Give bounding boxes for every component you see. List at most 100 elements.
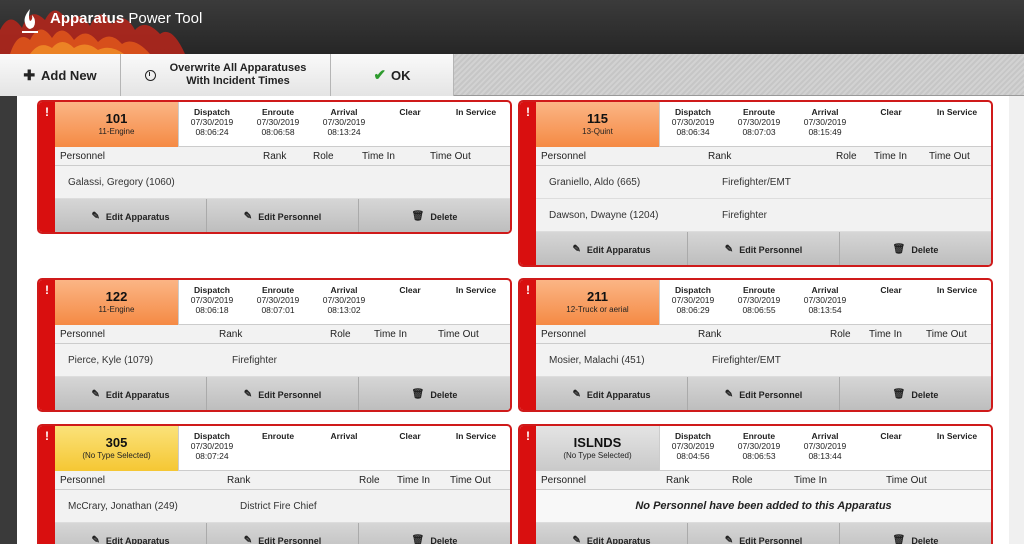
apparatus-unit[interactable]: 101 11-Engine [55,102,179,147]
personnel-header: Personnel Rank Role Time In Time Out [55,471,510,490]
pencil-icon: ✎ [724,244,734,255]
pencil-icon: ✎ [91,211,100,222]
alert-icon: ! [520,426,536,544]
enroute-time: Enroute 07/30/2019 08:07:01 [256,285,300,315]
pencil-icon: ✎ [91,535,100,544]
pencil-icon: ✎ [724,535,734,544]
personnel-header: Personnel Rank Role Time In Time Out [55,325,510,344]
app-title: Apparatus Power Tool [50,10,203,27]
edit-apparatus-button[interactable]: ✎ Edit Apparatus [55,523,207,544]
apparatus-card-115: ! 115 13-Quint Dispatch 07/30/2019 08:06:3… [518,100,993,267]
enroute-time: Enroute 07/30/2019 08:06:58 [256,107,300,137]
personnel-header: Personnel Rank Role Time In Time Out [536,325,991,344]
clear-time: Clear [399,107,421,117]
dispatch-time: Dispatch 07/30/2019 08:06:29 [671,285,715,315]
apparatus-grid: ! 101 11-Engine Dispatch 07/30/2019 08:06:… [17,96,1009,544]
pencil-icon: ✎ [724,389,734,400]
delete-button[interactable]: 🗑 Delete [359,377,510,410]
plus-icon: ✚ [23,66,36,83]
edit-apparatus-button[interactable]: ✎ Edit Apparatus [536,377,688,410]
alert-icon: ! [39,280,55,410]
apparatus-unit[interactable]: 211 12-Truck or aerial [536,280,660,325]
edit-personnel-button[interactable]: ✎ Edit Personnel [207,199,359,232]
apparatus-card-211: ! 211 12-Truck or aerial Dispatch 07/30/2… [518,278,993,412]
dispatch-time: Dispatch 07/30/2019 08:06:34 [671,107,715,137]
enroute-time: Enroute 07/30/2019 08:06:55 [737,285,781,315]
clear-time: Clear [880,107,902,117]
edit-personnel-button[interactable]: ✎ Edit Personnel [688,377,840,410]
card-actions: ✎ Edit Apparatus ✎ Edit Personnel 🗑 Delete [55,523,510,544]
personnel-header: Personnel Rank Role Time In Time Out [536,471,991,490]
left-gutter [0,96,17,544]
clock-icon [144,69,156,81]
pencil-icon: ✎ [572,244,581,255]
alert-icon: ! [520,102,536,265]
alert-icon: ! [39,102,55,232]
arrival-time: Arrival 07/30/2019 08:15:49 [803,107,847,137]
personnel-row[interactable]: Pierce, Kyle (1079) Firefighter [55,344,510,377]
pencil-icon: ✎ [572,535,581,544]
delete-button[interactable]: 🗑 Delete [359,199,510,232]
arrival-time: Arrival 07/30/2019 08:13:44 [803,431,847,461]
alert-icon: ! [39,426,55,544]
apparatus-card-122: ! 122 11-Engine Dispatch 07/30/2019 08:06:… [37,278,512,412]
edit-apparatus-button[interactable]: ✎ Edit Apparatus [536,523,688,544]
pencil-icon: ✎ [91,389,100,400]
personnel-row[interactable]: McCrary, Jonathan (249) District Fire Ch… [55,490,510,523]
edit-personnel-button[interactable]: ✎ Edit Personnel [688,232,840,265]
personnel-header: Personnel Rank Role Time In Time Out [536,147,991,166]
in-service-time: In Service [455,107,497,117]
enroute-time: Enroute [261,431,295,441]
in-service-time: In Service [936,107,978,117]
personnel-row[interactable]: Graniello, Aldo (665) Firefighter/EMT [536,166,991,199]
edit-apparatus-button[interactable]: ✎ Edit Apparatus [536,232,688,265]
arrival-time: Arrival 07/30/2019 08:13:02 [322,285,366,315]
pencil-icon: ✎ [243,389,253,400]
edit-personnel-button[interactable]: ✎ Edit Personnel [688,523,840,544]
trash-icon: 🗑 [411,535,425,544]
dispatch-time: Dispatch 07/30/2019 08:04:56 [671,431,715,461]
delete-button[interactable]: 🗑 Delete [359,523,510,544]
personnel-row[interactable]: Dawson, Dwayne (1204) Firefighter [536,199,991,232]
clear-time: Clear [880,285,902,295]
delete-button[interactable]: 🗑 Delete [840,232,991,265]
clear-time: Clear [399,431,421,441]
apparatus-unit[interactable]: 115 13-Quint [536,102,660,147]
edit-apparatus-button[interactable]: ✎ Edit Apparatus [55,199,207,232]
dispatch-time: Dispatch 07/30/2019 08:07:24 [190,431,234,461]
in-service-time: In Service [455,285,497,295]
delete-button[interactable]: 🗑 Delete [840,377,991,410]
personnel-row[interactable]: Galassi, Gregory (1060) [55,166,510,199]
alert-icon: ! [520,280,536,410]
in-service-time: In Service [936,285,978,295]
card-actions: ✎ Edit Apparatus ✎ Edit Personnel 🗑 Delete [55,199,510,232]
edit-personnel-button[interactable]: ✎ Edit Personnel [207,377,359,410]
in-service-time: In Service [936,431,978,441]
checkmark-icon: ✔ [373,67,387,84]
trash-icon: 🗑 [892,389,906,400]
card-actions: ✎ Edit Apparatus ✎ Edit Personnel 🗑 Delete [536,377,991,410]
apparatus-unit[interactable]: 122 11-Engine [55,280,179,325]
edit-personnel-button[interactable]: ✎ Edit Personnel [207,523,359,544]
overwrite-times-button[interactable]: Overwrite All Apparatuses With Incident … [121,54,331,96]
card-actions: ✎ Edit Apparatus ✎ Edit Personnel 🗑 Delete [55,377,510,410]
apparatus-card-islnds: ! ISLNDS (No Type Selected) Dispatch 07/3… [518,424,993,544]
apparatus-card-305: ! 305 (No Type Selected) Dispatch 07/30/2… [37,424,512,544]
trash-icon: 🗑 [892,244,906,255]
edit-apparatus-button[interactable]: ✎ Edit Apparatus [55,377,207,410]
card-actions: ✎ Edit Apparatus ✎ Edit Personnel 🗑 Delete [536,523,991,544]
enroute-time: Enroute 07/30/2019 08:07:03 [737,107,781,137]
app-header: Apparatus Power Tool [0,0,1024,54]
scrollbar[interactable] [1009,96,1024,544]
arrival-time: Arrival [330,431,358,441]
apparatus-unit[interactable]: 305 (No Type Selected) [55,426,179,471]
arrival-time: Arrival 07/30/2019 08:13:24 [322,107,366,137]
add-new-button[interactable]: ✚ Add New [0,54,121,96]
personnel-row[interactable]: Mosier, Malachi (451) Firefighter/EMT [536,344,991,377]
trash-icon: 🗑 [411,211,425,222]
arrival-time: Arrival 07/30/2019 08:13:54 [803,285,847,315]
ok-button[interactable]: ✔ OK [331,54,454,96]
in-service-time: In Service [455,431,497,441]
apparatus-unit[interactable]: ISLNDS (No Type Selected) [536,426,660,471]
delete-button[interactable]: 🗑 Delete [840,523,991,544]
